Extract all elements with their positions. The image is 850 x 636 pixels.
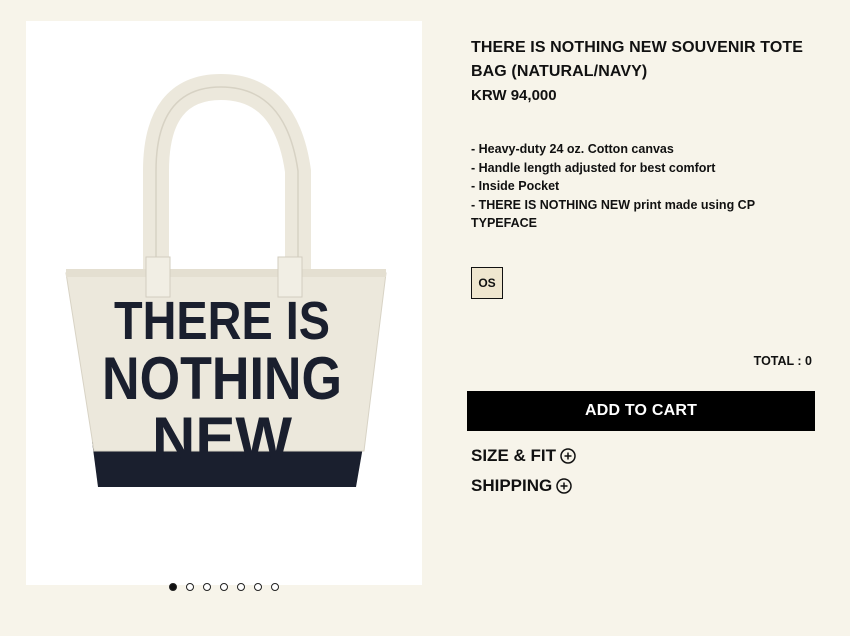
gallery-dot[interactable] xyxy=(186,583,194,591)
gallery-dot[interactable] xyxy=(237,583,245,591)
product-image: THERE IS NOTHING NEW xyxy=(65,73,387,487)
plus-circle-icon xyxy=(560,448,576,464)
add-to-cart-button[interactable]: ADD TO CART xyxy=(467,391,815,431)
description-line: - Heavy-duty 24 oz. Cotton canvas xyxy=(471,142,674,156)
shipping-accordion[interactable]: SHIPPING xyxy=(471,476,572,496)
print-line-1: THERE IS xyxy=(114,291,330,351)
description-line: - Handle length adjusted for best comfor… xyxy=(471,160,716,175)
bag-handle-back xyxy=(143,73,311,283)
description-line: - Inside Pocket xyxy=(471,179,560,193)
gallery-pagination xyxy=(26,583,422,591)
gallery-dot[interactable] xyxy=(271,583,279,591)
size-option-os[interactable]: OS xyxy=(471,267,503,299)
bag-rim xyxy=(66,269,386,277)
shipping-label: SHIPPING xyxy=(471,476,553,495)
product-title: THERE IS NOTHING NEW SOUVENIR TOTE BAG (… xyxy=(471,39,804,80)
size-fit-label: SIZE & FIT xyxy=(471,446,556,465)
gallery-dot[interactable] xyxy=(220,583,228,591)
print-line-2: NOTHING xyxy=(102,345,342,412)
gallery-dot[interactable] xyxy=(254,583,262,591)
gallery-dot[interactable] xyxy=(169,583,177,591)
product-gallery: THERE IS NOTHING NEW xyxy=(26,21,422,591)
cart-total: TOTAL : 0 xyxy=(753,354,812,368)
product-price: KRW 94,000 xyxy=(471,87,557,104)
description-line: - THERE IS NOTHING NEW print made using … xyxy=(471,197,755,231)
print-line-3: NEW xyxy=(152,405,292,472)
size-fit-accordion[interactable]: SIZE & FIT xyxy=(471,446,576,466)
gallery-dot[interactable] xyxy=(203,583,211,591)
product-description: - Heavy-duty 24 oz. Cotton canvas - Hand… xyxy=(471,140,821,233)
plus-circle-icon xyxy=(556,478,572,494)
product-info: THERE IS NOTHING NEW SOUVENIR TOTE BAG (… xyxy=(471,36,821,233)
